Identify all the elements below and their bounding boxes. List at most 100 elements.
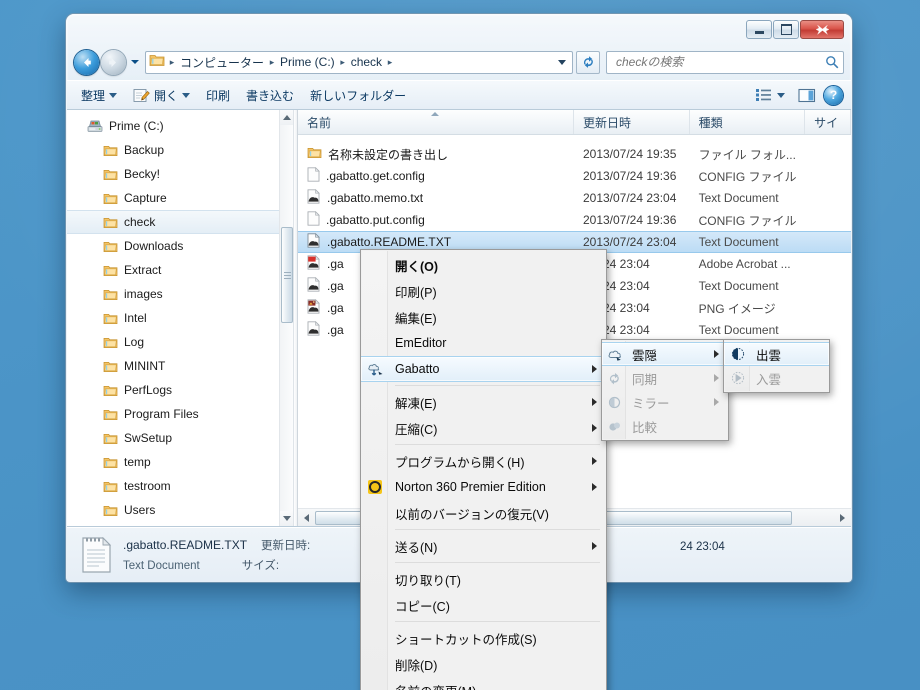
sidebar-item-downloads[interactable]: Downloads (67, 234, 279, 258)
sidebar-item-perflogs[interactable]: PerfLogs (67, 378, 279, 402)
sidebar-item-swsetup[interactable]: SwSetup (67, 426, 279, 450)
minimize-button[interactable] (746, 19, 772, 39)
submenu-item-label: 同期 (632, 372, 658, 387)
sidebar-item-intel[interactable]: Intel (67, 306, 279, 330)
scroll-down-button[interactable] (280, 511, 293, 526)
window-titlebar[interactable] (66, 14, 852, 44)
refresh-button[interactable] (576, 50, 600, 74)
context-menu-item-restore-previous-versions[interactable]: 以前のバージョンの復元(V) (361, 500, 606, 526)
file-modified: 2013/07/24 19:36 (582, 213, 677, 227)
scrollbar-thumb[interactable] (281, 227, 293, 323)
sidebar-item-users[interactable]: Users (67, 498, 279, 522)
maximize-button[interactable] (773, 19, 799, 39)
print-button[interactable]: 印刷 (198, 83, 238, 107)
breadcrumb-item-computer[interactable]: コンピューター (177, 53, 267, 72)
context-menu-item-label: プログラムから開く(H) (395, 455, 525, 470)
organize-button[interactable]: 整理 (73, 83, 125, 107)
sidebar-item-testroom[interactable]: testroom (67, 474, 279, 498)
breadcrumb-item-check[interactable]: check (348, 54, 385, 70)
breadcrumb-sep[interactable]: ▸ (338, 57, 348, 68)
change-view-button[interactable] (750, 83, 790, 107)
sidebar-item-minint[interactable]: MININT (67, 354, 279, 378)
folder-icon (103, 432, 118, 445)
column-header-modified[interactable]: 更新日時 (574, 110, 690, 134)
open-button[interactable]: 開く (125, 83, 198, 107)
context-menu-item-emeditor[interactable]: EmEditor (361, 330, 606, 356)
context-menu-separator (395, 529, 600, 530)
context-menu-separator (395, 444, 600, 445)
new-folder-button[interactable]: 新しいフォルダー (302, 83, 414, 107)
chevron-down-icon (777, 92, 785, 98)
breadcrumb-sep[interactable]: ▸ (385, 57, 395, 68)
scroll-left-button[interactable] (298, 510, 315, 526)
breadcrumb-item-drive[interactable]: Prime (C:) (277, 54, 338, 70)
search-box[interactable] (606, 50, 844, 74)
help-button[interactable]: ? (824, 85, 843, 105)
file-name: .ga (327, 323, 344, 337)
context-menu-item-compress[interactable]: 圧縮(C) (361, 415, 606, 441)
sidebar-item-extract[interactable]: Extract (67, 258, 279, 282)
context-menu-item-gabatto[interactable]: Gabatto (361, 356, 606, 382)
sidebar-item-program-files[interactable]: Program Files (67, 402, 279, 426)
column-header-type[interactable]: 種類 (690, 110, 806, 134)
context-menu-item-print[interactable]: 印刷(P) (361, 278, 606, 304)
breadcrumb-sep[interactable]: ▸ (267, 57, 277, 68)
submenu-item-cloud-hide[interactable]: 雲隠 (602, 342, 728, 366)
sidebar-item-backup[interactable]: Backup (67, 138, 279, 162)
context-menu-item-extract[interactable]: 解凍(E) (361, 389, 606, 415)
sidebar-item-capture[interactable]: Capture (67, 186, 279, 210)
gabatto-icon (366, 360, 384, 378)
sidebar-item-temp[interactable]: temp (67, 450, 279, 474)
chevron-down-icon (282, 516, 291, 521)
chevron-up-icon (282, 115, 291, 120)
address-dropdown-button[interactable] (554, 59, 570, 65)
sidebar-item-log[interactable]: Log (67, 330, 279, 354)
tree-item-drive[interactable]: Prime (C:) (67, 114, 279, 138)
preview-pane-button[interactable] (792, 83, 822, 107)
file-modified: 2013/07/24 19:35 (582, 147, 677, 161)
context-menu-item-open-with[interactable]: プログラムから開く(H) (361, 448, 606, 474)
sidebar-item-becky[interactable]: Becky! (67, 162, 279, 186)
chevron-right-icon (592, 542, 597, 550)
context-menu-item-copy[interactable]: コピー(C) (361, 592, 606, 618)
back-button[interactable] (74, 49, 99, 75)
sidebar-item-check[interactable]: check (67, 210, 279, 234)
search-icon[interactable] (825, 55, 839, 69)
recent-pages-button[interactable] (128, 52, 142, 72)
context-menu-item-cut[interactable]: 切り取り(T) (361, 566, 606, 592)
context-menu-item-delete[interactable]: 削除(D) (361, 651, 606, 677)
scroll-right-button[interactable] (834, 510, 851, 526)
breadcrumb-bar[interactable]: ▸ コンピューター ▸ Prime (C:) ▸ check ▸ (145, 50, 573, 74)
context-menu-item-norton[interactable]: Norton 360 Premier Edition (361, 474, 606, 500)
table-row[interactable]: .gabatto.put.config 2013/07/24 19:36 CON… (298, 209, 851, 231)
search-input[interactable] (614, 54, 825, 70)
column-header-name[interactable]: 名前 (298, 110, 574, 134)
breadcrumb: ▸ コンピューター ▸ Prime (C:) ▸ check ▸ (167, 53, 554, 72)
file-modified: 2013/07/24 19:36 (582, 169, 677, 183)
context-menu-item-create-shortcut[interactable]: ショートカットの作成(S) (361, 625, 606, 651)
submenu-item-out-cloud[interactable]: 出雲 (724, 342, 829, 366)
context-menu-item-send-to[interactable]: 送る(N) (361, 533, 606, 559)
forward-arrow-icon (109, 57, 116, 67)
sidebar-item-images[interactable]: images (67, 282, 279, 306)
close-button[interactable] (800, 19, 844, 39)
context-menu-item-open[interactable]: 開く(O) (361, 252, 606, 278)
navpane-vertical-scrollbar[interactable] (279, 110, 293, 526)
column-header-size[interactable]: サイ (805, 110, 851, 134)
chevron-down-icon (182, 92, 191, 98)
folder-icon (307, 146, 322, 162)
context-menu-item-label: EmEditor (395, 336, 447, 350)
context-menu-item-rename[interactable]: 名前の変更(M) (361, 677, 606, 690)
context-menu-item-label: 解凍(E) (395, 396, 437, 411)
file-type: Text Document (698, 191, 779, 205)
scroll-up-button[interactable] (280, 110, 293, 125)
context-menu-item-edit[interactable]: 編集(E) (361, 304, 606, 330)
table-row[interactable]: .gabatto.memo.txt 2013/07/24 23:04 Text … (298, 187, 851, 209)
forward-button[interactable] (101, 49, 126, 75)
chevron-right-icon (714, 374, 719, 382)
context-menu-item-label: Norton 360 Premier Edition (395, 480, 546, 494)
burn-button[interactable]: 書き込む (238, 83, 302, 107)
folder-icon (103, 360, 118, 373)
table-row[interactable]: 名称未設定の書き出し 2013/07/24 19:35 ファイル フォル... (298, 143, 851, 165)
table-row[interactable]: .gabatto.get.config 2013/07/24 19:36 CON… (298, 165, 851, 187)
